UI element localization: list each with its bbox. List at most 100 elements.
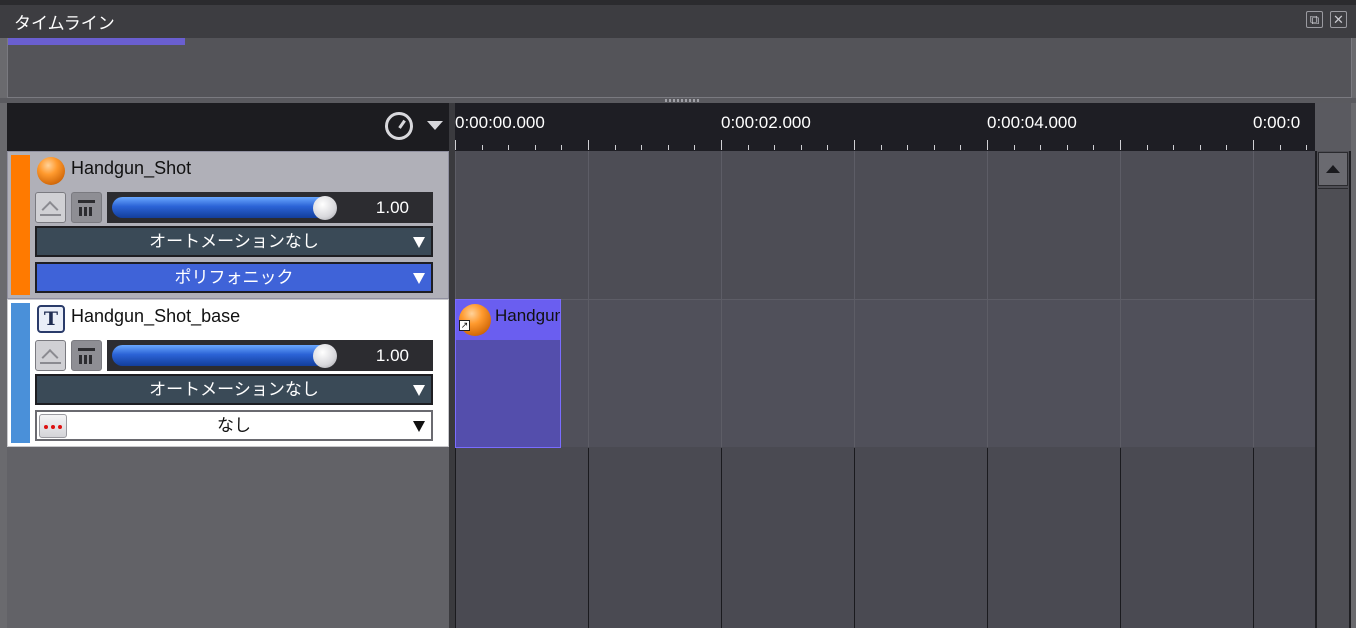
- ruler-tick: [1280, 145, 1281, 150]
- ruler-tick: [1306, 145, 1307, 150]
- track-color-stripe: [11, 303, 30, 443]
- volume-slider-track[interactable]: [112, 197, 336, 218]
- mute-button[interactable]: [71, 340, 102, 371]
- volume-slider-knob[interactable]: [313, 344, 337, 368]
- ruler-time-label: 0:00:02.000: [721, 113, 811, 132]
- timeline-gridline: [987, 448, 988, 628]
- timeline-overview[interactable]: [7, 38, 1352, 98]
- scrollbar-thumb[interactable]: [1318, 188, 1348, 626]
- timeline-gridline: [455, 448, 456, 628]
- ruler-tick: [1014, 145, 1015, 150]
- ruler-time-label: 0:00:0: [1253, 113, 1301, 132]
- orange-orb-icon: [37, 157, 65, 185]
- ruler-tick: [482, 145, 483, 150]
- track-color-stripe: [11, 155, 30, 295]
- clip-name: Handgun_Shot: [495, 306, 560, 325]
- restore-window-button[interactable]: ⧉: [1306, 11, 1323, 28]
- track-header-toolbar: [7, 103, 449, 151]
- ruler-tick: [561, 145, 562, 150]
- automation-dropdown-label: オートメーションなし: [149, 232, 319, 251]
- dropdown-arrow-icon: [413, 273, 425, 284]
- mute-button[interactable]: [71, 192, 102, 223]
- ruler-tick: [801, 145, 802, 150]
- envelope-icon: [40, 199, 61, 216]
- dropdown-arrow-icon: [413, 421, 425, 432]
- ruler-tick: [987, 140, 988, 150]
- ruler-tick: [1200, 145, 1201, 150]
- track-header-handgun-shot-base[interactable]: T Handgun_Shot_base 1.00 オートメーションなし なし: [7, 299, 449, 447]
- ruler-tick: [907, 145, 908, 150]
- track-name: Handgun_Shot_base: [71, 306, 241, 326]
- voice-mode-label: ポリフォニック: [174, 268, 294, 287]
- shortcut-link-icon: ↗: [459, 320, 470, 331]
- timeline-gridline: [721, 151, 722, 447]
- ruler-tick: [854, 140, 855, 150]
- text-t-icon: T: [37, 305, 65, 333]
- volume-slider[interactable]: 1.00: [107, 192, 433, 223]
- overview-range-bar[interactable]: [8, 38, 185, 45]
- chevron-down-icon[interactable]: [427, 121, 443, 130]
- timeline-gridline: [1253, 448, 1254, 628]
- ruler-tick: [748, 145, 749, 150]
- ruler-tick: [508, 145, 509, 150]
- ruler-tick: [641, 145, 642, 150]
- envelope-toggle-button[interactable]: [35, 340, 66, 371]
- volume-slider-knob[interactable]: [313, 196, 337, 220]
- timeline-gridline: [1120, 151, 1121, 447]
- timeline-gridline: [721, 448, 722, 628]
- dropdown-arrow-icon: [413, 237, 425, 248]
- timeline-gridline: [987, 151, 988, 447]
- ruler-tick: [1040, 145, 1041, 150]
- lane-track-2[interactable]: [455, 299, 1315, 447]
- timeline-gridline: [854, 151, 855, 447]
- audio-clip[interactable]: ↗ Handgun_Shot: [455, 299, 561, 448]
- ruler-tick: [588, 140, 589, 150]
- volume-value: 1.00: [375, 346, 409, 365]
- ruler-tick: [827, 145, 828, 150]
- ruler-tick: [694, 145, 695, 150]
- lane-track-1[interactable]: [455, 151, 1315, 299]
- mute-icon: [78, 200, 95, 216]
- voice-mode-label: なし: [217, 416, 251, 435]
- ruler-tick: [668, 145, 669, 150]
- panel-title: タイムライン: [14, 14, 115, 33]
- timeline-gridline: [1120, 448, 1121, 628]
- automation-dropdown-label: オートメーションなし: [149, 380, 319, 399]
- ruler-tick: [1120, 140, 1121, 150]
- mute-icon: [78, 348, 95, 364]
- ruler-tick: [535, 145, 536, 150]
- timeline-gridline: [588, 151, 589, 447]
- ruler-tick: [960, 145, 961, 150]
- ruler-tick: [1173, 145, 1174, 150]
- clock-icon[interactable]: [385, 112, 413, 140]
- automation-dropdown[interactable]: オートメーションなし: [35, 374, 433, 405]
- dropdown-arrow-icon: [413, 385, 425, 396]
- ruler-time-label: 0:00:04.000: [987, 113, 1077, 132]
- volume-slider[interactable]: 1.00: [107, 340, 433, 371]
- track-name: Handgun_Shot: [71, 158, 192, 178]
- ruler-tick: [934, 145, 935, 150]
- automation-dropdown[interactable]: オートメーションなし: [35, 226, 433, 257]
- ruler-tick: [615, 145, 616, 150]
- volume-slider-track[interactable]: [112, 345, 336, 366]
- dots-icon: [39, 414, 67, 438]
- scroll-up-arrow-icon[interactable]: [1318, 152, 1348, 186]
- vertical-scrollbar[interactable]: [1315, 151, 1351, 628]
- splitter-grip-icon[interactable]: [665, 99, 699, 102]
- voice-mode-dropdown[interactable]: ポリフォニック: [35, 262, 433, 293]
- ruler-tick: [721, 140, 722, 150]
- time-ruler[interactable]: 0:00:00.000 0:00:02.000 0:00:04.000 0:00:0: [455, 103, 1315, 151]
- scrollbar-corner: [1315, 103, 1351, 151]
- ruler-tick: [774, 145, 775, 150]
- ruler-tick: [455, 140, 456, 150]
- timeline-gridline: [854, 448, 855, 628]
- track-header-handgun-shot[interactable]: Handgun_Shot 1.00 オートメーションなし ポリフォニック: [7, 151, 449, 299]
- ruler-tick: [881, 145, 882, 150]
- panel-title-bar: [0, 0, 1356, 38]
- timeline-lanes[interactable]: ↗ Handgun_Shot: [455, 151, 1315, 628]
- close-window-button[interactable]: ✕: [1330, 11, 1347, 28]
- envelope-icon: [40, 347, 61, 364]
- envelope-toggle-button[interactable]: [35, 192, 66, 223]
- timeline-gridline: [588, 448, 589, 628]
- voice-mode-dropdown[interactable]: なし: [35, 410, 433, 441]
